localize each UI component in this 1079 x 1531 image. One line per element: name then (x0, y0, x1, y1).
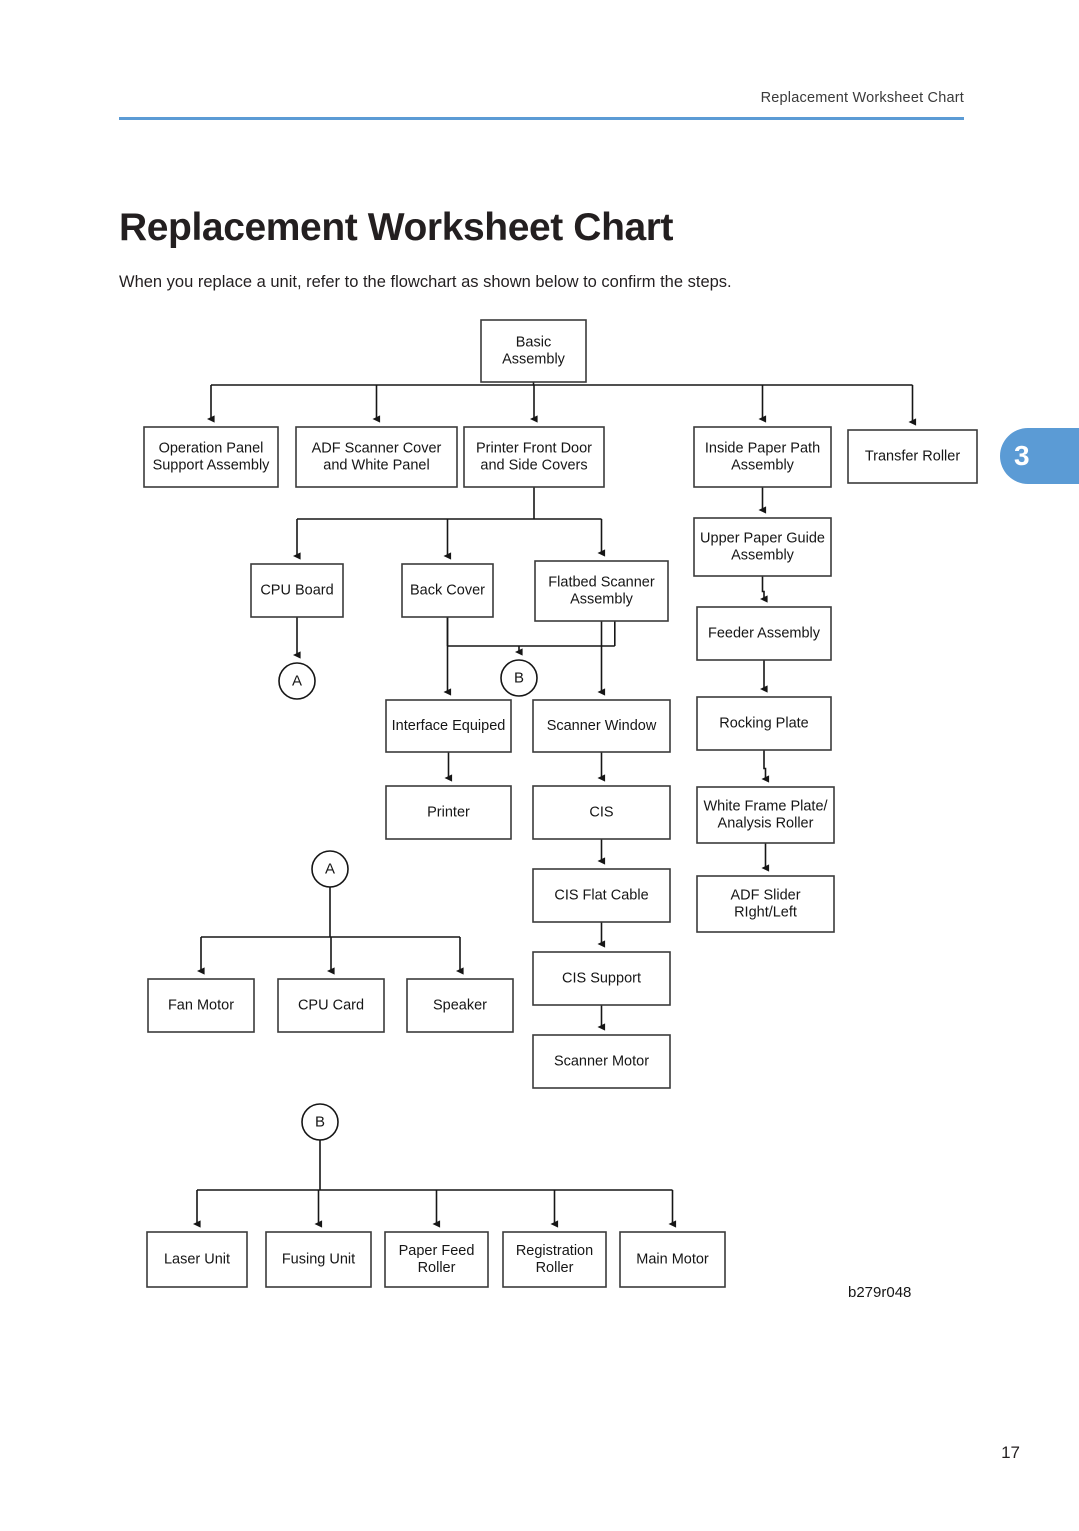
flowchart-box-label: Fan Motor (168, 997, 234, 1013)
flowchart-box-label: Support Assembly (153, 457, 271, 473)
replacement-flowchart: BasicAssemblyOperation PanelSupport Asse… (143, 319, 978, 1288)
flowchart-box: Transfer Roller (847, 429, 978, 484)
flowchart-box-label: Back Cover (410, 582, 485, 598)
flowchart-box-label: Fusing Unit (282, 1251, 355, 1267)
figure-id: b279r048 (848, 1284, 912, 1301)
flowchart-box: ADF Scanner Coverand White Panel (295, 426, 458, 488)
flowchart-box-label: CIS Support (562, 970, 641, 986)
flowchart-box-label: Paper Feed (399, 1243, 475, 1259)
flowchart-box: Interface Equiped (385, 699, 512, 753)
flowchart-box: Operation PanelSupport Assembly (143, 426, 279, 488)
flowchart-box-label: Rocking Plate (719, 715, 808, 731)
flowchart-box-label: Operation Panel (159, 440, 264, 456)
flowchart-box: Fan Motor (147, 978, 255, 1033)
flowchart-box: Upper Paper GuideAssembly (693, 517, 832, 577)
flowchart-box: RegistrationRoller (502, 1231, 607, 1288)
flowchart-box-label: CPU Card (298, 997, 364, 1013)
flowchart-box-label: Upper Paper Guide (700, 530, 825, 546)
flowchart-box-label: and White Panel (323, 457, 429, 473)
flowchart-box: CPU Board (250, 563, 344, 618)
flowchart-box-label: CPU Board (260, 582, 333, 598)
flowchart-box: Main Motor (619, 1231, 726, 1288)
flowchart-box-label: Roller (418, 1260, 456, 1276)
flowchart-box-label: Flatbed Scanner (548, 574, 655, 590)
flowchart-box: BasicAssembly (480, 319, 587, 383)
flowchart-box-label: ADF Scanner Cover (312, 440, 442, 456)
flowchart-box-label: Printer (427, 804, 470, 820)
flowchart-connector-node: B (500, 659, 538, 697)
flowchart-box-label: Scanner Window (547, 718, 657, 734)
flowchart-box-label: Registration (516, 1243, 593, 1259)
flowchart-box-label: Assembly (731, 547, 795, 563)
flowchart-box: CPU Card (277, 978, 385, 1033)
flowchart-box-label: Feeder Assembly (708, 625, 821, 641)
flowchart-box-label: Interface Equiped (392, 718, 506, 734)
flowchart-box-label: CIS Flat Cable (554, 887, 648, 903)
flowchart-box: Paper FeedRoller (384, 1231, 489, 1288)
flowchart-box-label: Assembly (731, 457, 795, 473)
flowchart-box: Inside Paper PathAssembly (693, 426, 832, 488)
flowchart-box: Scanner Motor (532, 1034, 671, 1089)
flowchart-box-label: Speaker (433, 997, 487, 1013)
flowchart-box: White Frame Plate/Analysis Roller (696, 786, 835, 844)
flowchart-connector-node: A (278, 662, 316, 700)
page-number: 17 (1001, 1443, 1020, 1462)
flowchart-connector-label: A (325, 860, 335, 877)
document-page: Replacement Worksheet Chart Replacement … (0, 0, 1079, 1531)
flowchart-box: Feeder Assembly (696, 606, 832, 661)
flowchart-box: CIS Flat Cable (532, 868, 671, 923)
flowchart-box-label: and Side Covers (480, 457, 587, 473)
flowchart-box-label: RIght/Left (734, 904, 797, 920)
flowchart-box: Printer (385, 785, 512, 840)
flowchart-box: Scanner Window (532, 699, 671, 753)
flowchart-box-label: Assembly (502, 351, 566, 367)
flowchart-box: Fusing Unit (265, 1231, 372, 1288)
flowchart-box-label: Inside Paper Path (705, 440, 820, 456)
flowchart-box: ADF SliderRIght/Left (696, 875, 835, 933)
flowchart-box-label: Scanner Motor (554, 1053, 649, 1069)
flowchart-box-label: Transfer Roller (865, 448, 961, 464)
flowchart-box-label: Laser Unit (164, 1251, 230, 1267)
flowchart-box-label: Analysis Roller (718, 815, 814, 831)
flowchart-box-label: ADF Slider (730, 887, 800, 903)
flowchart-connector-node: A (311, 850, 349, 888)
flowchart-box-label: White Frame Plate/ (703, 798, 828, 814)
flowchart-box-label: Assembly (570, 591, 634, 607)
flowchart-connector-node: B (301, 1103, 339, 1141)
flowchart-box-label: Printer Front Door (476, 440, 592, 456)
flowchart-connector-label: B (315, 1113, 325, 1130)
flowchart-box: Laser Unit (146, 1231, 248, 1288)
flowchart-box-label: Roller (536, 1260, 574, 1276)
flowchart-box: Speaker (406, 978, 514, 1033)
flowchart-connector-label: B (514, 669, 524, 686)
flowchart-connector-label: A (292, 672, 302, 689)
flowchart-box: CIS (532, 785, 671, 840)
flowchart-box: Rocking Plate (696, 696, 832, 751)
flowchart-box: Back Cover (401, 563, 494, 618)
flowchart-box-label: Basic (516, 334, 551, 350)
flowchart-box: Printer Front Doorand Side Covers (463, 426, 605, 488)
flowchart-box: Flatbed ScannerAssembly (534, 560, 669, 622)
flowchart-nodes: BasicAssemblyOperation PanelSupport Asse… (143, 319, 978, 1288)
flowchart-box-label: Main Motor (636, 1251, 709, 1267)
flowchart-box-label: CIS (589, 804, 613, 820)
flowchart-box: CIS Support (532, 951, 671, 1006)
